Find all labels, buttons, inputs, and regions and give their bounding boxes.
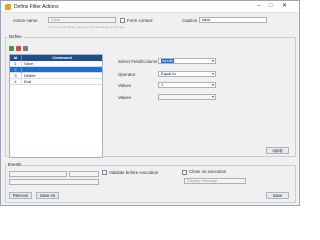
- values2-dropdown[interactable]: ▾: [158, 94, 216, 100]
- caption-input[interactable]: save: [199, 17, 267, 23]
- commands-grid: Id Command 1 Save 2 3 Delete 4 End: [9, 54, 103, 158]
- minimize-icon[interactable]: –: [253, 2, 264, 11]
- define-filter-actions-window: Define Filter Actions – □ ✕ Action name …: [0, 0, 300, 206]
- event-select[interactable]: [9, 171, 67, 177]
- values-label: Values: [118, 83, 132, 88]
- operator-label: Operator: [118, 72, 136, 77]
- row-command: End: [24, 79, 32, 84]
- values-value: 1: [161, 82, 164, 87]
- remove-button[interactable]: Remove: [9, 192, 32, 199]
- maximize-icon[interactable]: □: [265, 2, 276, 11]
- row-id: 4: [10, 79, 22, 85]
- close-on-execution-label: Close on execution: [189, 169, 227, 174]
- operator-value: Equal to: [161, 71, 176, 76]
- values2-label: Values: [118, 95, 132, 100]
- chevron-down-icon: ▾: [211, 71, 214, 76]
- events-group-title: Events: [7, 162, 23, 167]
- select-field-value: Inputs: [161, 58, 174, 63]
- chevron-down-icon: ▾: [211, 58, 214, 63]
- action-name-label: Action name: [13, 18, 38, 23]
- select-field-label: Select Field/Column: [118, 59, 158, 64]
- close-icon[interactable]: ✕: [279, 2, 290, 11]
- form-context-checkbox[interactable]: [120, 18, 125, 23]
- save-as-button[interactable]: Save As: [36, 192, 59, 199]
- app-icon: [5, 4, 11, 10]
- validate-checkbox[interactable]: [102, 170, 107, 175]
- add-row-icon[interactable]: [9, 46, 14, 51]
- delete-row-icon[interactable]: [16, 46, 21, 51]
- window-title: Define Filter Actions: [14, 4, 59, 10]
- action-name-input[interactable]: Save: [48, 17, 116, 23]
- define-group-title: Define: [8, 34, 23, 39]
- event-detail-input[interactable]: [9, 179, 99, 185]
- title-bar: Define Filter Actions – □ ✕: [1, 1, 299, 13]
- close-on-execution-checkbox[interactable]: [182, 170, 187, 175]
- table-row[interactable]: 4 End: [10, 79, 102, 85]
- values-dropdown[interactable]: 1 ▾: [158, 82, 216, 88]
- save-button[interactable]: Save: [266, 192, 289, 199]
- grid-settings-icon[interactable]: [23, 46, 28, 51]
- action-name-hint: The name should be unique across all act…: [48, 25, 125, 29]
- apply-button[interactable]: Apply: [266, 147, 289, 154]
- form-context-label: Form context: [127, 18, 153, 23]
- caption-label: Caption: [182, 18, 198, 23]
- validate-label: Validate before execution: [109, 170, 159, 175]
- chevron-down-icon: ▾: [211, 94, 214, 99]
- operator-dropdown[interactable]: Equal to ▾: [158, 71, 216, 77]
- event-action-select[interactable]: [69, 171, 99, 177]
- display-message-input[interactable]: Display Message: [184, 178, 246, 184]
- chevron-down-icon: ▾: [211, 82, 214, 87]
- select-field-dropdown[interactable]: Inputs ▾: [158, 58, 216, 64]
